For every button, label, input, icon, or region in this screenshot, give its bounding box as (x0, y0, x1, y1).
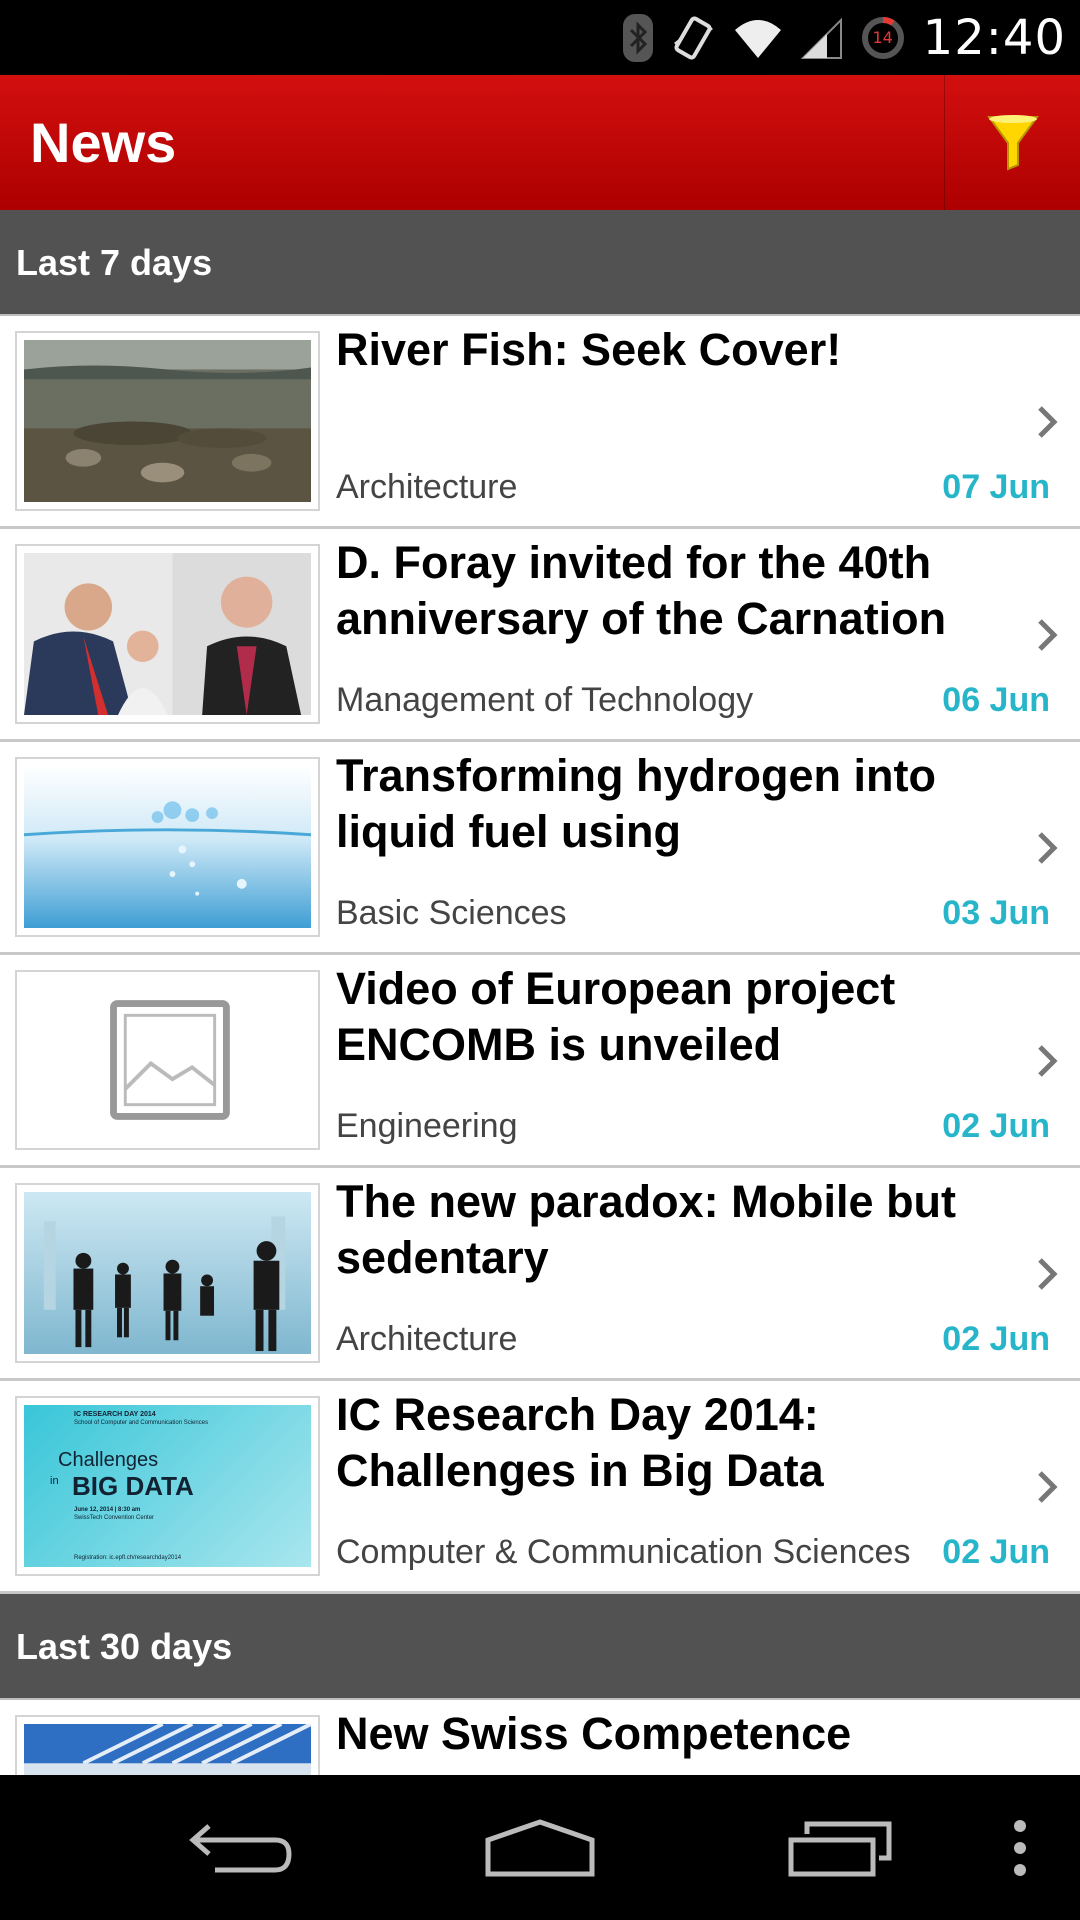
poster-where: SwissTech Convention Center (74, 1515, 155, 1521)
item-title: Transforming hydrogen into liquid fuel u… (336, 750, 937, 857)
people-photo (15, 544, 320, 724)
poster-event: IC RESEARCH DAY 2014 (74, 1411, 156, 1418)
home-icon (485, 1818, 595, 1876)
recent-apps-icon (788, 1821, 892, 1876)
list-item[interactable]: Transforming hydrogen into liquid fuel u… (0, 742, 1080, 955)
item-title: The new paradox: Mobile but sedentary (336, 1176, 957, 1283)
item-title: D. Foray invited for the 40th anniversar… (336, 537, 947, 644)
battery-level: 14 (872, 27, 893, 47)
commuters-photo (15, 1183, 320, 1363)
chevron-right-icon (1038, 406, 1058, 438)
status-time: 12:40 (922, 9, 1066, 66)
vibrate-icon (673, 16, 713, 59)
poster-school: School of Computer and Communication Sci… (74, 1420, 209, 1426)
item-date: 02 Jun (942, 1107, 1050, 1145)
navigation-bar (0, 1775, 1080, 1920)
back-icon (189, 1823, 292, 1872)
app-bar: News (0, 75, 1080, 210)
poster-registration: Registration: ic.epfl.ch/researchday2014 (74, 1555, 182, 1561)
item-category: Architecture (336, 1320, 518, 1358)
item-category: Engineering (336, 1107, 518, 1145)
item-date: 03 Jun (942, 894, 1050, 932)
chevron-right-icon (1038, 1471, 1058, 1503)
filter-button[interactable] (944, 75, 1080, 210)
overflow-menu-button[interactable] (990, 1775, 1050, 1920)
filter-funnel-icon (986, 114, 1039, 170)
item-category: Management of Technology (336, 681, 754, 719)
item-title: IC Research Day 2014: Challenges in Big … (336, 1389, 824, 1496)
item-category: Architecture (336, 468, 518, 506)
item-category: Computer & Communication Sciences (336, 1533, 911, 1571)
poster-line1: Challenges (58, 1449, 159, 1471)
big-data-poster: IC RESEARCH DAY 2014 School of Computer … (15, 1396, 320, 1576)
item-date: 02 Jun (942, 1320, 1050, 1358)
section-header: Last 7 days (0, 210, 1080, 316)
item-title: New Swiss Competence (336, 1708, 852, 1759)
list-item[interactable]: New Swiss Competence (0, 1700, 1080, 1775)
river-fish-photo (15, 331, 320, 511)
image-placeholder-icon (15, 970, 320, 1150)
list-item[interactable]: Video of European project ENCOMB is unve… (0, 955, 1080, 1168)
chevron-right-icon (1038, 619, 1058, 651)
battery-icon: 14 (861, 16, 905, 60)
list-item[interactable]: River Fish: Seek Cover! Architecture 07 … (0, 316, 1080, 529)
item-date: 02 Jun (942, 1533, 1050, 1571)
chevron-right-icon (1038, 1045, 1058, 1077)
section-header: Last 30 days (0, 1594, 1080, 1700)
water-bubbles-photo (15, 757, 320, 937)
poster-line2: in (50, 1475, 59, 1487)
poster-line3: BIG DATA (72, 1471, 194, 1501)
news-list[interactable]: Last 7 days River Fish: Seek Cover! Arch… (0, 210, 1080, 1775)
item-date: 06 Jun (942, 681, 1050, 719)
chevron-right-icon (1038, 1258, 1058, 1290)
overflow-menu-icon (1014, 1819, 1026, 1876)
list-item[interactable]: D. Foray invited for the 40th anniversar… (0, 529, 1080, 742)
list-item[interactable]: The new paradox: Mobile but sedentary Ar… (0, 1168, 1080, 1381)
poster-when: June 12, 2014 | 8:30 am (74, 1507, 141, 1513)
status-bar: 14 12:40 (0, 0, 1080, 75)
wifi-icon (734, 19, 781, 58)
item-date: 07 Jun (942, 468, 1050, 506)
chevron-right-icon (1038, 832, 1058, 864)
item-title: Video of European project ENCOMB is unve… (336, 963, 896, 1070)
bluetooth-icon (622, 13, 653, 62)
item-category: Basic Sciences (336, 894, 567, 932)
building-photo (15, 1715, 320, 1775)
list-item[interactable]: IC RESEARCH DAY 2014 School of Computer … (0, 1381, 1080, 1594)
item-title: River Fish: Seek Cover! (336, 324, 842, 375)
back-button[interactable] (160, 1775, 320, 1920)
recent-apps-button[interactable] (760, 1775, 920, 1920)
home-button[interactable] (460, 1775, 620, 1920)
page-title: News (30, 111, 177, 174)
signal-icon (800, 17, 842, 59)
